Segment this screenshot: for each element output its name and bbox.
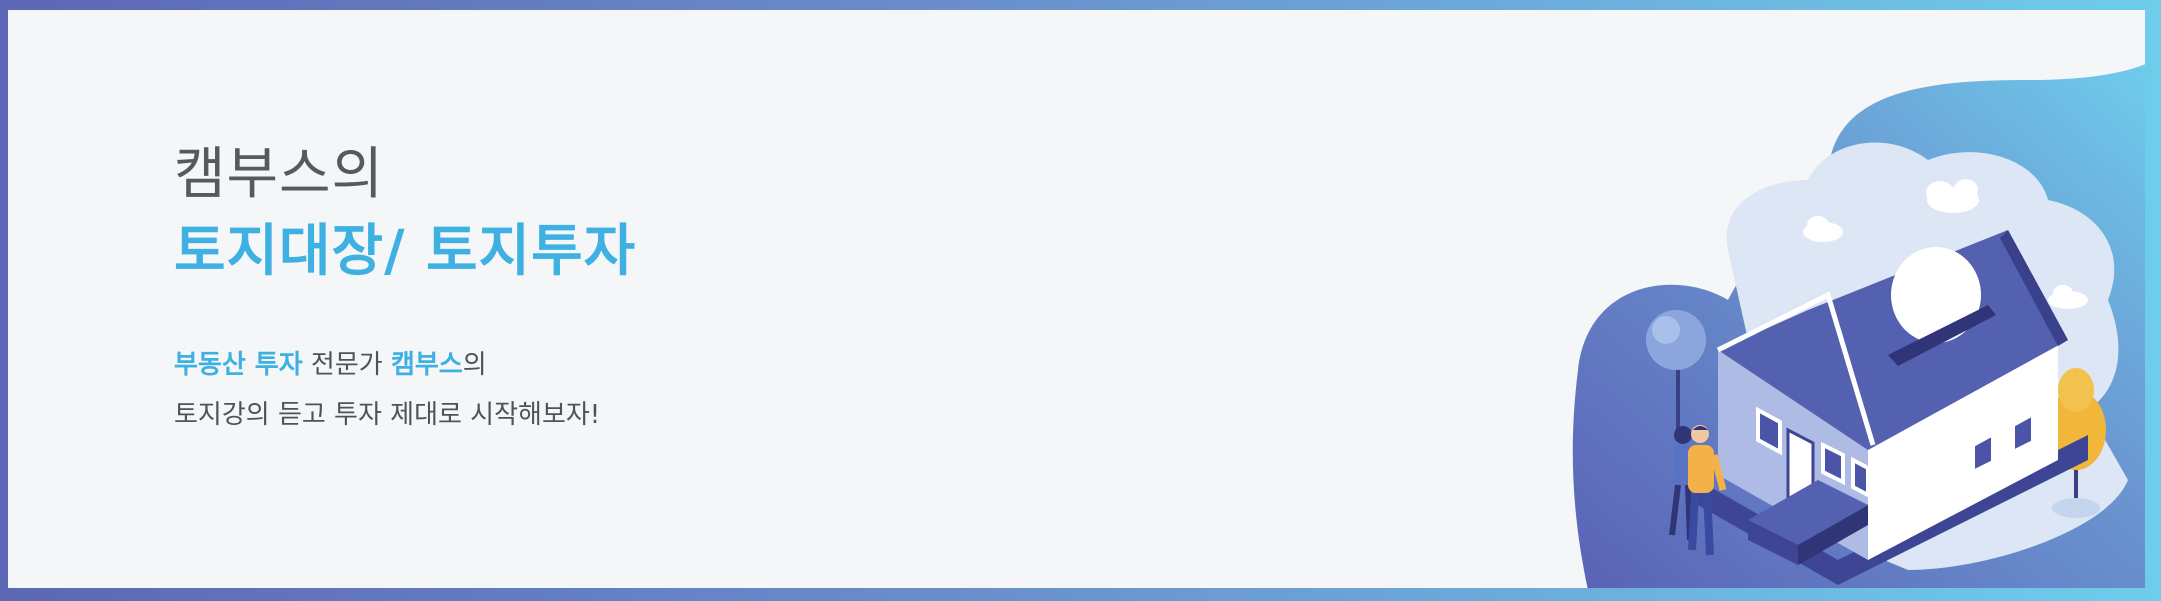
- banner: 캠부스의 토지대장/ 토지투자 부동산 투자 전문가 캠부스의 토지강의 듣고 …: [8, 10, 2145, 588]
- banner-description: 부동산 투자 전문가 캠부스의 토지강의 듣고 투자 제대로 시작해보자!: [174, 340, 636, 440]
- description-line-2: 토지강의 듣고 투자 제대로 시작해보자!: [174, 400, 601, 430]
- banner-subtitle: 캠부스의: [174, 142, 385, 207]
- house-couple-illustration: [1572, 64, 2145, 588]
- highlight-real-estate: 부동산 투자: [174, 350, 303, 380]
- banner-text: 캠부스의 토지대장/ 토지투자 부동산 투자 전문가 캠부스의 토지강의 듣고 …: [174, 140, 636, 440]
- banner-title: 토지대장/ 토지투자: [174, 219, 637, 284]
- description-text: 의: [462, 350, 487, 380]
- description-line-1: 부동산 투자 전문가 캠부스의: [174, 340, 636, 390]
- description-text: 전문가: [302, 350, 391, 380]
- highlight-brand: 캠부스: [390, 350, 463, 380]
- banner-frame: 캠부스의 토지대장/ 토지투자 부동산 투자 전문가 캠부스의 토지강의 듣고 …: [0, 0, 2161, 601]
